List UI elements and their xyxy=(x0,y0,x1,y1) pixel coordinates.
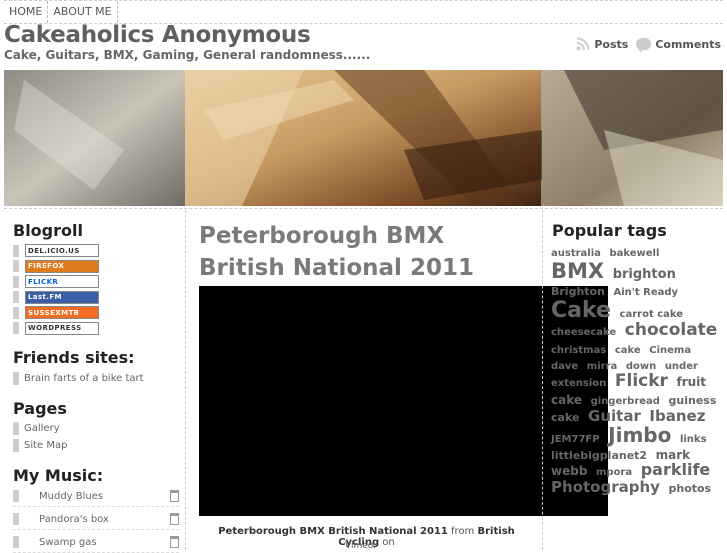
delicious-badge[interactable]: DEL.ICIO.US xyxy=(25,244,99,257)
tag-link[interactable]: mpora xyxy=(596,467,632,479)
tag-cloud: australia bakewell BMX brighton Brighton… xyxy=(551,243,721,496)
tag-link[interactable]: christmas xyxy=(551,345,606,356)
tag-link[interactable]: cake xyxy=(615,345,641,356)
caption-from: from xyxy=(451,526,475,537)
tag-link[interactable]: Cake xyxy=(551,298,611,323)
tag-link[interactable]: bakewell xyxy=(609,248,659,259)
site-tagline: Cake, Guitars, BMX, Gaming, General rand… xyxy=(4,48,371,62)
music-item[interactable]: Pandora's box xyxy=(13,509,179,530)
drag-handle[interactable] xyxy=(13,513,19,525)
nav-home-link[interactable]: HOME xyxy=(4,1,49,23)
drag-handle[interactable] xyxy=(13,260,19,272)
tag-link[interactable]: parklife xyxy=(641,460,711,479)
top-navigation: HOME ABOUT ME xyxy=(4,0,723,24)
drag-handle[interactable] xyxy=(13,372,19,385)
tag-link[interactable]: photos xyxy=(668,482,711,495)
music-heading: My Music: xyxy=(13,466,104,485)
music-item-label[interactable]: Muddy Blues xyxy=(39,491,103,502)
tag-link[interactable]: Cinema xyxy=(649,345,691,356)
tag-link[interactable]: mirra xyxy=(587,361,617,373)
music-item-label[interactable]: Swamp gas xyxy=(39,537,97,548)
comments-feed-link[interactable]: Comments xyxy=(636,37,721,53)
caption-on: on xyxy=(382,537,395,548)
drag-handle[interactable] xyxy=(13,490,19,502)
tag-link[interactable]: JEM77FP xyxy=(551,434,600,445)
blogroll-item[interactable]: FLICKR xyxy=(13,274,99,289)
music-item[interactable]: Muddy Blues xyxy=(13,486,179,507)
video-link[interactable]: Peterborough BMX British National 2011 xyxy=(218,526,448,537)
tag-link[interactable]: chocolate xyxy=(625,320,718,340)
drag-handle[interactable] xyxy=(13,322,19,334)
friends-heading: Friends sites: xyxy=(13,348,135,367)
blogroll-item[interactable]: DEL.ICIO.US xyxy=(13,243,99,258)
tag-link[interactable]: brighton xyxy=(613,267,676,282)
tag-link[interactable]: Photography xyxy=(551,478,660,496)
drag-handle[interactable] xyxy=(13,536,19,548)
header-banner-image xyxy=(4,70,723,206)
tag-link[interactable]: Ain't Ready xyxy=(614,287,679,298)
vimeo-link[interactable]: Vimeo. xyxy=(345,541,376,551)
tag-link[interactable]: littlebigplanet2 xyxy=(551,449,647,462)
header-divider xyxy=(4,208,723,209)
feed-links: Posts Comments xyxy=(576,37,721,53)
page-link-label[interactable]: Gallery xyxy=(24,423,60,434)
nav-about-link[interactable]: ABOUT ME xyxy=(48,1,118,23)
comments-feed-label: Comments xyxy=(655,37,721,51)
drag-handle[interactable] xyxy=(13,439,19,452)
tag-link[interactable]: Jimbo xyxy=(608,423,671,447)
page-link-sitemap[interactable]: Site Map xyxy=(13,439,67,452)
blogroll-item[interactable]: SUSSEXMTB xyxy=(13,305,99,320)
banner-wood-image xyxy=(4,70,723,206)
tag-link[interactable]: gingerbread xyxy=(591,396,660,407)
sussexmtb-badge[interactable]: SUSSEXMTB xyxy=(25,306,99,319)
calendar-icon xyxy=(170,490,179,502)
tag-link[interactable]: carrot cake xyxy=(620,309,684,320)
blogroll-badges: DEL.ICIO.US FIREFOX FLICKR Last.FM SUSSE… xyxy=(13,243,99,336)
rss-icon xyxy=(576,37,590,51)
tag-link[interactable]: dave xyxy=(551,361,578,373)
posts-feed-link[interactable]: Posts xyxy=(576,37,628,51)
site-title[interactable]: Cakeaholics Anonymous xyxy=(4,22,311,48)
music-item[interactable]: Swamp gas xyxy=(13,532,179,553)
wordpress-badge[interactable]: WORDPRESS xyxy=(25,321,99,335)
blogroll-item[interactable]: WORDPRESS xyxy=(13,321,99,336)
drag-handle[interactable] xyxy=(13,291,19,303)
drag-handle[interactable] xyxy=(13,306,19,319)
blogroll-item[interactable]: FIREFOX xyxy=(13,259,99,274)
drag-handle[interactable] xyxy=(13,422,19,435)
tag-link[interactable]: links xyxy=(680,434,707,445)
tag-link[interactable]: Flickr xyxy=(615,371,668,391)
blogroll-item[interactable]: Last.FM xyxy=(13,290,99,305)
comment-bubble-icon xyxy=(636,38,652,53)
flickr-badge[interactable]: FLICKR xyxy=(25,275,99,288)
music-item-label[interactable]: Pandora's box xyxy=(39,514,109,525)
blogroll-heading: Blogroll xyxy=(13,221,83,240)
tag-link[interactable]: australia xyxy=(551,248,601,259)
page-link-label[interactable]: Site Map xyxy=(24,440,67,451)
drag-handle[interactable] xyxy=(13,244,19,257)
posts-feed-label: Posts xyxy=(594,37,629,51)
calendar-icon xyxy=(170,536,179,548)
firefox-badge[interactable]: FIREFOX xyxy=(25,259,99,273)
pages-heading: Pages xyxy=(13,399,67,418)
tag-link[interactable]: BMX xyxy=(551,259,604,283)
post-title[interactable]: Peterborough BMX British National 2011 xyxy=(199,220,534,284)
tag-link[interactable]: cheesecake xyxy=(551,327,616,338)
drag-handle[interactable] xyxy=(13,275,19,288)
friend-link-label[interactable]: Brain farts of a bike tart xyxy=(24,373,144,384)
lastfm-badge[interactable]: Last.FM xyxy=(25,290,99,304)
calendar-icon xyxy=(170,513,179,525)
popular-tags-heading: Popular tags xyxy=(552,221,667,240)
tag-link[interactable]: under xyxy=(665,361,698,373)
page-link-gallery[interactable]: Gallery xyxy=(13,422,60,435)
tag-link[interactable]: Brighton xyxy=(551,285,605,298)
friend-link[interactable]: Brain farts of a bike tart xyxy=(13,372,144,385)
tag-link[interactable]: extension xyxy=(551,378,606,389)
left-sidebar: Blogroll DEL.ICIO.US FIREFOX FLICKR Last… xyxy=(4,210,186,553)
